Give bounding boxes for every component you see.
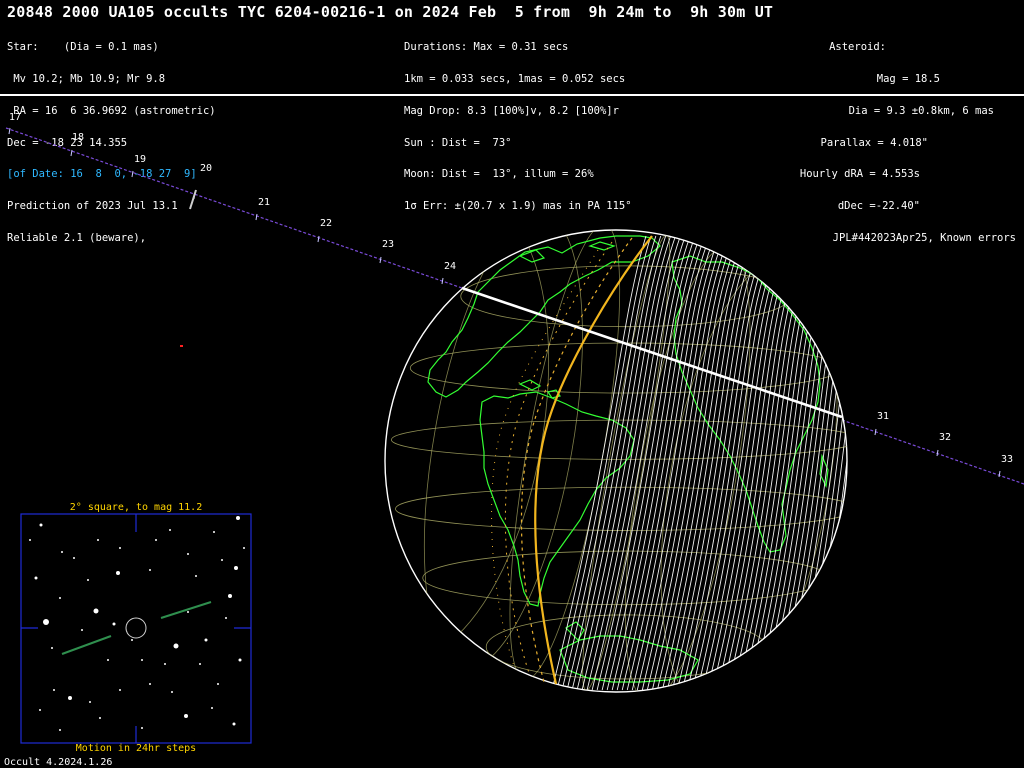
chart-star	[149, 569, 151, 571]
chart-star	[97, 539, 99, 541]
track-tick-label: 20	[200, 163, 213, 174]
chart-star	[112, 622, 116, 626]
track-tick-label: 32	[939, 432, 952, 443]
chart-star	[141, 659, 143, 661]
chart-star	[39, 709, 41, 711]
red-marker	[180, 345, 183, 347]
chart-star	[199, 663, 201, 665]
chart-star	[59, 597, 61, 599]
chart-star	[61, 551, 63, 553]
chart-star	[155, 539, 157, 541]
chart-star	[81, 629, 83, 631]
star-chart-caption: Motion in 24hr steps	[75, 743, 197, 754]
chart-star	[184, 714, 188, 718]
chart-star	[131, 639, 133, 641]
chart-star	[164, 663, 166, 665]
track-tick	[874, 428, 877, 436]
chart-star	[171, 691, 173, 693]
chart-star	[87, 579, 89, 581]
track-tick	[70, 149, 73, 157]
track-tick	[379, 256, 382, 264]
chart-star	[187, 553, 189, 555]
chart-star	[187, 611, 189, 613]
earth-globe	[384, 229, 848, 693]
chart-star	[73, 557, 75, 559]
version-footer: Occult 4.2024.1.26	[4, 757, 113, 768]
chart-star	[34, 576, 38, 580]
chart-star	[116, 571, 120, 575]
track-tick-label: 17	[9, 112, 22, 123]
track-tick-label: 18	[72, 132, 85, 143]
chart-star	[107, 659, 109, 661]
track-tick	[255, 213, 258, 221]
chart-star	[221, 559, 223, 561]
star-chart	[20, 513, 252, 744]
chart-star	[99, 717, 101, 719]
chart-star	[238, 658, 242, 662]
track-tick-label: 31	[877, 411, 890, 422]
chart-star	[234, 566, 238, 570]
star-chart-frame	[20, 513, 252, 744]
chart-star	[59, 729, 61, 731]
track-tick-label: 23	[382, 239, 395, 250]
track-tick	[8, 127, 11, 135]
chart-star	[195, 575, 197, 577]
track-tick-label: 33	[1001, 454, 1014, 465]
globe-plot	[5, 127, 1024, 744]
track-tick-label: 24	[444, 261, 457, 272]
track-tick	[441, 277, 444, 285]
chart-star	[53, 689, 55, 691]
chart-star	[43, 619, 49, 625]
occult-prediction-window: { "title": "20848 2000 UA105 occults TYC…	[0, 0, 1024, 768]
chart-star	[93, 608, 99, 614]
chart-star	[228, 594, 232, 598]
shadow-line	[837, 235, 847, 691]
chart-star	[211, 707, 213, 709]
track-tick	[936, 449, 939, 457]
chart-star	[51, 647, 53, 649]
chart-star	[236, 516, 240, 520]
chart-star	[119, 689, 121, 691]
chart-star	[243, 547, 245, 549]
chart-star	[141, 727, 143, 729]
chart-star	[39, 523, 43, 527]
chart-star	[119, 547, 121, 549]
track-tick-label: 21	[258, 197, 271, 208]
chart-star	[149, 683, 151, 685]
track-tick	[131, 170, 134, 178]
chart-star	[204, 638, 208, 642]
chart-star	[217, 683, 219, 685]
chart-star	[29, 539, 31, 541]
chart-star	[89, 701, 91, 703]
track-tick-label: 19	[134, 154, 147, 165]
chart-star	[213, 531, 215, 533]
track-tick-label: 22	[320, 218, 333, 229]
chart-star	[232, 722, 236, 726]
chart-star	[169, 529, 171, 531]
star-chart-title: 2° square, to mag 11.2	[69, 502, 203, 513]
chart-star	[68, 696, 72, 700]
chart-star	[225, 617, 227, 619]
chart-star	[173, 643, 179, 649]
